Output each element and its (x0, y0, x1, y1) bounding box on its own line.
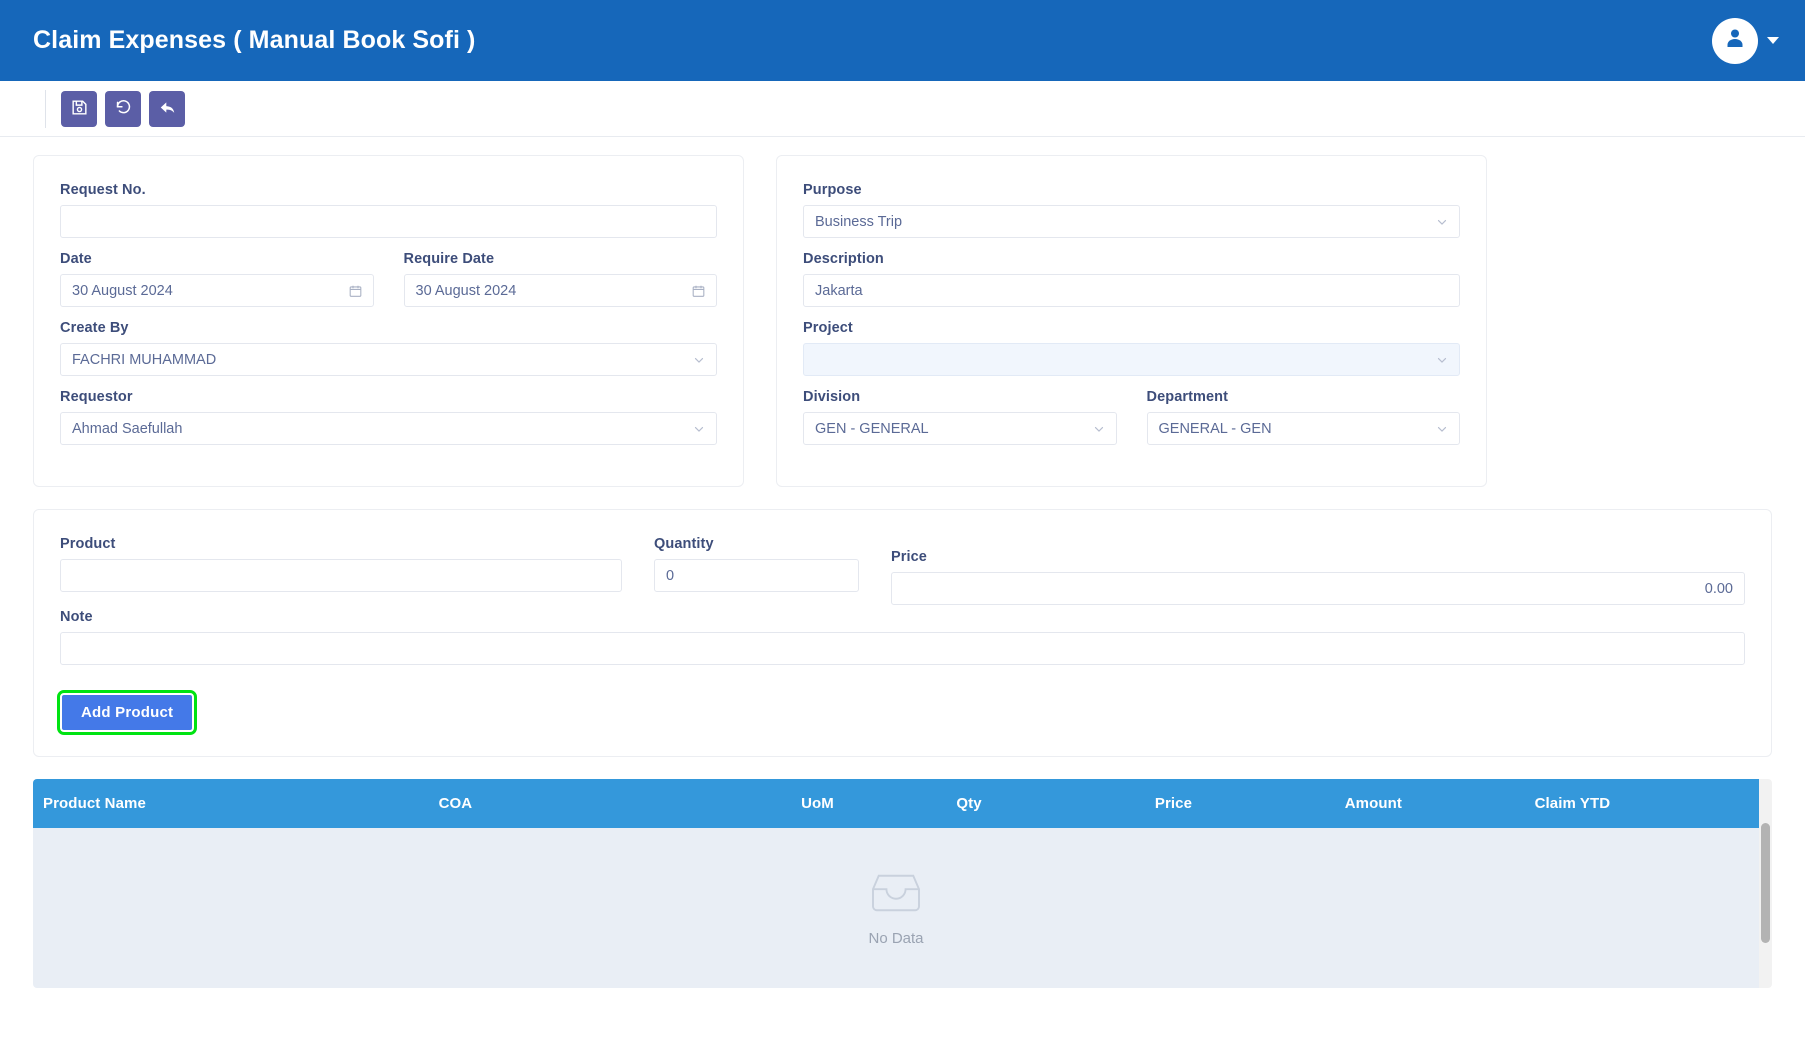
chevron-down-icon[interactable] (1767, 37, 1779, 44)
column-header-price[interactable]: Price (1154, 779, 1345, 828)
product-input[interactable] (60, 559, 622, 592)
price-label: Price (891, 549, 927, 565)
field-project: Project (803, 320, 1460, 376)
department-label: Department (1146, 389, 1229, 405)
field-purpose: Purpose (803, 182, 1460, 238)
save-button[interactable] (61, 90, 97, 127)
note-label: Note (60, 609, 93, 625)
description-label: Description (803, 251, 884, 267)
back-button[interactable] (149, 90, 185, 127)
require-date-input[interactable] (403, 274, 717, 307)
avatar[interactable] (1712, 17, 1758, 64)
request-no-label: Request No. (60, 182, 146, 198)
quantity-label: Quantity (654, 536, 714, 552)
toolbar (0, 81, 1805, 137)
user-menu[interactable] (1712, 17, 1779, 64)
back-arrow-icon (158, 98, 177, 120)
add-product-card: Product Quantity Price Note Add Product (33, 509, 1772, 757)
quantity-input[interactable] (654, 559, 859, 592)
column-header-qty[interactable]: Qty (956, 779, 1155, 828)
table-scrollbar[interactable] (1759, 779, 1772, 988)
empty-state: No Data (33, 828, 1759, 988)
field-department: Department (1146, 389, 1460, 445)
purpose-select[interactable] (803, 205, 1460, 238)
toolbar-divider (45, 89, 46, 128)
create-by-label: Create By (60, 320, 129, 336)
date-input[interactable] (60, 274, 374, 307)
app-header: Claim Expenses ( Manual Book Sofi ) (0, 0, 1805, 81)
table-empty-row: No Data (33, 828, 1759, 988)
division-label: Division (803, 389, 861, 405)
field-request-no: Request No. (60, 182, 717, 238)
field-description: Description (803, 251, 1460, 307)
division-department-row: Division Department (803, 389, 1460, 458)
field-require-date: Require Date (403, 251, 717, 307)
field-note: Note (60, 609, 1745, 665)
field-product: Product (60, 536, 622, 592)
request-no-input[interactable] (60, 205, 717, 238)
column-header-claim-ytd[interactable]: Claim YTD (1534, 779, 1759, 828)
refresh-undo-icon (114, 98, 133, 120)
requestor-select[interactable] (60, 412, 717, 445)
table-header-row: Product Name COA UoM Qty Price Amount Cl… (33, 779, 1759, 828)
division-select[interactable] (803, 412, 1117, 445)
date-label: Date (60, 251, 92, 267)
field-requestor: Requestor (60, 389, 717, 445)
user-icon (1723, 26, 1747, 55)
form-panels: Request No. Date Requ (33, 155, 1772, 487)
price-input[interactable] (891, 572, 1745, 605)
page-title: Claim Expenses ( Manual Book Sofi ) (33, 26, 476, 54)
product-label: Product (60, 536, 116, 552)
note-input[interactable] (60, 632, 1745, 665)
save-floppy-icon (70, 98, 89, 120)
column-header-uom[interactable]: UoM (801, 779, 957, 828)
date-row: Date Require Date (60, 251, 717, 320)
require-date-label: Require Date (403, 251, 495, 267)
field-price: Price (891, 549, 1745, 605)
purpose-info-card: Purpose Description Project (776, 155, 1487, 487)
reset-button[interactable] (105, 90, 141, 127)
product-entry-row: Product Quantity Price (60, 536, 1745, 605)
add-product-button[interactable]: Add Product (56, 690, 198, 735)
project-label: Project (803, 320, 853, 336)
column-header-amount[interactable]: Amount (1344, 779, 1535, 828)
project-select[interactable] (803, 343, 1460, 376)
field-quantity: Quantity (654, 536, 859, 592)
request-info-card: Request No. Date Requ (33, 155, 744, 487)
empty-tray-icon (865, 870, 927, 921)
column-header-product-name[interactable]: Product Name (33, 779, 439, 828)
description-input[interactable] (803, 274, 1460, 307)
column-header-coa[interactable]: COA (438, 779, 802, 828)
field-create-by: Create By (60, 320, 717, 376)
field-division: Division (803, 389, 1117, 445)
product-table: Product Name COA UoM Qty Price Amount Cl… (33, 779, 1772, 988)
table-scrollbar-thumb[interactable] (1761, 823, 1770, 943)
field-date: Date (60, 251, 374, 307)
requestor-label: Requestor (60, 389, 133, 405)
purpose-label: Purpose (803, 182, 862, 198)
create-by-select[interactable] (60, 343, 717, 376)
page-body: Request No. Date Requ (0, 137, 1805, 1046)
department-select[interactable] (1146, 412, 1460, 445)
empty-state-text: No Data (868, 929, 924, 947)
